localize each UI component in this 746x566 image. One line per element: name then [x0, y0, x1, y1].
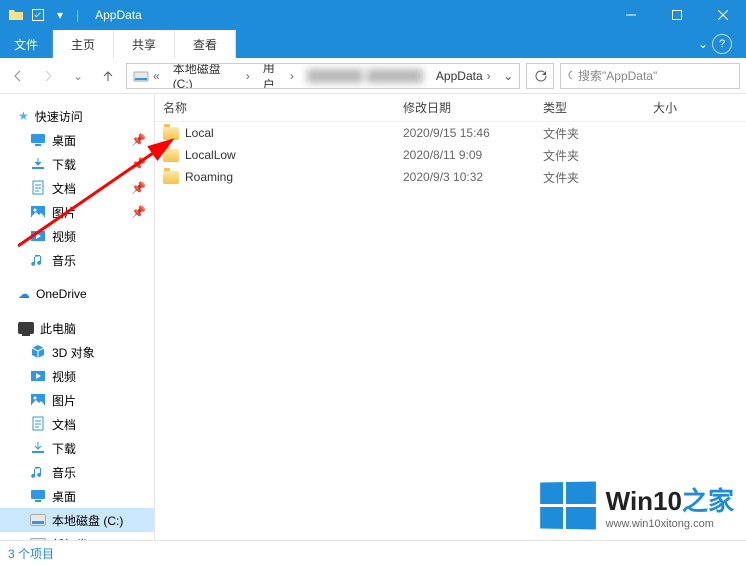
tab-home[interactable]: 主页 — [53, 30, 114, 58]
breadcrumb-history-dropdown[interactable]: ⌄ — [498, 69, 519, 83]
tab-view[interactable]: 查看 — [175, 30, 236, 58]
col-name[interactable]: 名称 — [163, 99, 403, 116]
nav-forward-button[interactable] — [36, 64, 60, 88]
column-headers[interactable]: 名称 修改日期 类型 大小 — [155, 94, 746, 122]
breadcrumb-drive[interactable]: 本地磁盘 (C:)› — [167, 64, 257, 88]
sidebar-item-music[interactable]: 音乐 — [0, 248, 154, 272]
sidebar-onedrive[interactable]: ☁OneDrive — [0, 282, 154, 306]
download-icon — [30, 440, 46, 456]
close-button[interactable] — [700, 0, 746, 30]
windows-logo-icon — [540, 482, 596, 530]
sidebar: ★快速访问 桌面📌 下载📌 文档📌 图片📌 视频 音乐 ☁OneDrive 此电… — [0, 94, 155, 540]
sidebar-item-pictures[interactable]: 图片📌 — [0, 200, 154, 224]
sidebar-item-videos2[interactable]: 视频 — [0, 364, 154, 388]
pictures-icon — [30, 392, 46, 408]
desktop-icon — [30, 488, 46, 504]
main-pane: 名称 修改日期 类型 大小 Local 2020/9/15 15:46 文件夹 … — [155, 94, 746, 540]
cloud-icon: ☁ — [18, 287, 30, 301]
cube-icon — [30, 344, 46, 360]
sidebar-item-desktop2[interactable]: 桌面 — [0, 484, 154, 508]
music-icon — [30, 252, 46, 268]
file-list[interactable]: Local 2020/9/15 15:46 文件夹 LocalLow 2020/… — [155, 122, 746, 540]
sidebar-this-pc[interactable]: 此电脑 — [0, 316, 154, 340]
sidebar-item-music2[interactable]: 音乐 — [0, 460, 154, 484]
search-icon — [567, 69, 572, 83]
watermark: Win10之家 www.win10xitong.com — [539, 481, 734, 530]
nav-back-button[interactable] — [6, 64, 30, 88]
window-title: AppData — [87, 8, 142, 22]
address-bar: ⌄ « 本地磁盘 (C:)› 用户› › AppData› ⌄ — [0, 58, 746, 94]
sidebar-quick-access[interactable]: ★快速访问 — [0, 104, 154, 128]
folder-icon — [163, 127, 179, 140]
sidebar-item-3d[interactable]: 3D 对象 — [0, 340, 154, 364]
download-icon — [30, 156, 46, 172]
table-row[interactable]: Local 2020/9/15 15:46 文件夹 — [155, 122, 746, 144]
breadcrumb-root[interactable]: « — [127, 64, 167, 88]
status-text: 3 个项目 — [8, 545, 54, 562]
folder-icon — [8, 7, 24, 23]
video-icon — [30, 368, 46, 384]
col-size[interactable]: 大小 — [653, 99, 713, 116]
chevron-down-icon[interactable]: ⌄ — [698, 37, 708, 51]
drive-icon — [30, 538, 46, 540]
pin-icon: 📌 — [131, 157, 146, 171]
breadcrumb-user-obscured[interactable]: › — [301, 64, 430, 88]
breadcrumb-users[interactable]: 用户› — [257, 64, 301, 88]
help-button[interactable]: ? — [712, 34, 732, 54]
sidebar-item-drive-c[interactable]: 本地磁盘 (C:) — [0, 508, 154, 532]
breadcrumb-appdata[interactable]: AppData› — [430, 64, 498, 88]
drive-icon — [30, 514, 46, 526]
col-date[interactable]: 修改日期 — [403, 99, 543, 116]
document-icon — [30, 416, 46, 432]
maximize-button[interactable] — [654, 0, 700, 30]
qat-checkbox[interactable] — [32, 9, 44, 21]
pictures-icon — [30, 204, 46, 220]
table-row[interactable]: LocalLow 2020/8/11 9:09 文件夹 — [155, 144, 746, 166]
nav-up-button[interactable] — [96, 64, 120, 88]
pc-icon — [18, 322, 34, 334]
pin-icon: 📌 — [131, 181, 146, 195]
sidebar-item-documents[interactable]: 文档📌 — [0, 176, 154, 200]
ribbon-tabs: 文件 主页 共享 查看 ⌄ ? — [0, 30, 746, 58]
breadcrumb[interactable]: « 本地磁盘 (C:)› 用户› › AppData› ⌄ — [126, 63, 520, 89]
col-type[interactable]: 类型 — [543, 99, 653, 116]
pin-icon: 📌 — [131, 205, 146, 219]
nav-recent-button[interactable]: ⌄ — [66, 64, 90, 88]
sidebar-item-downloads2[interactable]: 下载 — [0, 436, 154, 460]
minimize-button[interactable] — [608, 0, 654, 30]
sidebar-item-videos[interactable]: 视频 — [0, 224, 154, 248]
table-row[interactable]: Roaming 2020/9/3 10:32 文件夹 — [155, 166, 746, 188]
video-icon — [30, 228, 46, 244]
folder-icon — [163, 149, 179, 162]
tab-share[interactable]: 共享 — [114, 30, 175, 58]
folder-icon — [163, 171, 179, 184]
status-bar: 3 个项目 — [0, 540, 746, 566]
sidebar-item-downloads[interactable]: 下载📌 — [0, 152, 154, 176]
titlebar-separator: | — [76, 8, 79, 22]
pin-icon: 📌 — [131, 133, 146, 147]
sidebar-item-drive-e[interactable]: 新加卷 (E:) — [0, 532, 154, 540]
tab-file[interactable]: 文件 — [0, 30, 53, 58]
refresh-button[interactable] — [526, 63, 554, 89]
search-input[interactable] — [578, 69, 733, 83]
music-icon — [30, 464, 46, 480]
sidebar-item-desktop[interactable]: 桌面📌 — [0, 128, 154, 152]
search-box[interactable] — [560, 63, 740, 89]
sidebar-item-documents2[interactable]: 文档 — [0, 412, 154, 436]
titlebar: ▾ | AppData — [0, 0, 746, 30]
document-icon — [30, 180, 46, 196]
qat-dropdown-icon[interactable]: ▾ — [52, 7, 68, 23]
sidebar-item-pictures2[interactable]: 图片 — [0, 388, 154, 412]
star-icon: ★ — [18, 109, 29, 123]
desktop-icon — [30, 132, 46, 148]
